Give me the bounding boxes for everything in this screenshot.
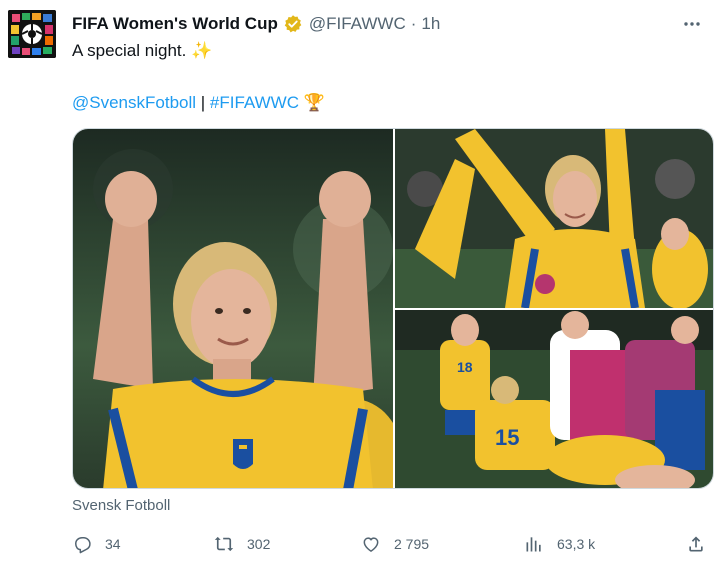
like-button[interactable]: 2 795 xyxy=(361,530,429,558)
author-display-name[interactable]: FIFA Women's World Cup xyxy=(72,14,278,34)
tweet-line-2: @SvenskFotboll | #FIFAWWC 🏆 xyxy=(72,92,672,114)
trophy-emoji: 🏆 xyxy=(303,93,325,112)
fifa-wwc-logo xyxy=(8,10,56,58)
analytics-icon xyxy=(526,537,541,552)
tweet-header: FIFA Women's World Cup @FIFAWWC · 1h xyxy=(72,12,700,36)
retweet-button[interactable]: 302 xyxy=(214,530,270,558)
tweet-timestamp[interactable]: 1h xyxy=(421,14,440,34)
retweet-count: 302 xyxy=(247,536,271,552)
tweet-text: A special night. ✨ @SvenskFotboll | #FIF… xyxy=(72,40,672,114)
heart-icon xyxy=(363,537,379,552)
more-options-icon[interactable] xyxy=(680,12,704,36)
retweet-icon xyxy=(214,536,234,552)
media-caption[interactable]: Svensk Fotboll xyxy=(72,497,170,514)
action-bar: 34 302 2 795 63,3 k xyxy=(72,530,712,558)
verified-badge-icon[interactable] xyxy=(283,14,303,34)
media-grid: 18 15 xyxy=(72,128,714,489)
hashtag-link[interactable]: #FIFAWWC xyxy=(210,93,299,112)
photo-smiling-player[interactable] xyxy=(395,129,713,308)
view-count: 63,3 k xyxy=(557,536,596,552)
reply-count: 34 xyxy=(105,536,121,552)
views-button[interactable]: 63,3 k xyxy=(524,530,595,558)
share-icon xyxy=(689,536,703,552)
reply-icon xyxy=(75,537,91,554)
mention-link[interactable]: @SvenskFotboll xyxy=(72,93,196,112)
text-divider: | xyxy=(200,93,206,112)
share-button[interactable] xyxy=(686,530,706,558)
header-separator: · xyxy=(410,14,417,33)
sparkles-emoji: ✨ xyxy=(191,41,213,60)
author-handle[interactable]: @FIFAWWC xyxy=(309,14,406,34)
photo-team-celebration[interactable]: 18 15 xyxy=(395,310,713,488)
svg-text:18: 18 xyxy=(457,359,473,375)
tweet-line-1-text: A special night. xyxy=(72,41,187,60)
photo-celebrating-player[interactable] xyxy=(73,129,393,488)
svg-text:15: 15 xyxy=(495,425,519,450)
tweet-line-1: A special night. ✨ xyxy=(72,40,672,62)
avatar[interactable] xyxy=(8,10,56,58)
like-count: 2 795 xyxy=(394,536,430,552)
reply-button[interactable]: 34 xyxy=(72,530,121,558)
